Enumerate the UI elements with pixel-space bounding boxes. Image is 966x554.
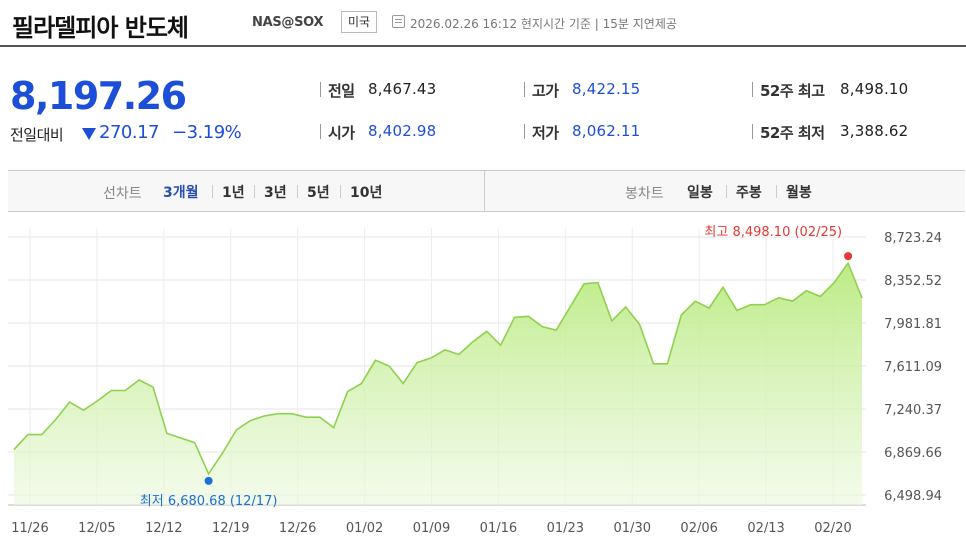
stat-label: 시가 xyxy=(328,124,355,142)
price-chart: 8,723.24 8,352.52 7,981.81 7,611.09 7,240.37… xyxy=(8,225,942,536)
tab-separator xyxy=(212,185,213,198)
x-tick-label: 02/06 xyxy=(680,521,717,536)
high-label: 최고 8,498.10 (02/25) xyxy=(704,225,842,240)
stat-separator xyxy=(752,124,753,139)
stat-separator xyxy=(524,124,525,139)
stat-value: 8,422.15 xyxy=(572,80,641,98)
x-tick-label: 02/20 xyxy=(814,521,851,536)
page-title: 필라델피아 반도체 xyxy=(12,14,189,42)
line-chart-label: 선차트 xyxy=(103,186,142,202)
current-price: 8,197.26 xyxy=(10,74,187,118)
high-point-marker xyxy=(844,252,853,261)
tab-separator xyxy=(726,185,727,198)
index-code: NAS@SOX xyxy=(252,15,324,30)
change-rate: −3.19% xyxy=(172,122,242,143)
low-point-marker xyxy=(204,476,213,485)
x-tick-label: 01/16 xyxy=(480,521,517,536)
x-tick-label: 12/05 xyxy=(78,521,115,536)
stat-value: 3,388.62 xyxy=(840,122,909,140)
stat-value: 8,062.11 xyxy=(572,122,641,140)
candle-chart-label: 봉차트 xyxy=(625,186,664,202)
y-tick-label: 7,240.37 xyxy=(884,403,942,418)
x-tick-label: 01/23 xyxy=(547,521,584,536)
x-tick-label: 01/02 xyxy=(346,521,383,536)
tab-separator xyxy=(297,185,298,198)
market-badge: 미국 xyxy=(341,11,378,33)
x-tick-label: 11/26 xyxy=(11,521,48,536)
stat-label: 고가 xyxy=(532,82,559,100)
stat-value: 8,498.10 xyxy=(840,80,909,98)
y-tick-label: 7,611.09 xyxy=(884,360,942,375)
stat-label: 전일 xyxy=(328,82,355,100)
y-tick-label: 8,352.52 xyxy=(884,274,942,289)
tab-monthly-candle[interactable]: 월봉 xyxy=(786,182,812,202)
tab-daily-candle[interactable]: 일봉 xyxy=(687,182,713,202)
tab-5-years[interactable]: 5년 xyxy=(307,182,330,202)
x-tick-label: 12/19 xyxy=(212,521,249,536)
down-arrow-icon xyxy=(82,128,96,140)
stat-value: 8,402.98 xyxy=(368,122,437,140)
stat-separator xyxy=(752,82,753,97)
tab-3-months[interactable]: 3개월 xyxy=(163,182,199,202)
x-tick-label: 01/30 xyxy=(614,521,651,536)
x-tick-label: 12/12 xyxy=(145,521,182,536)
stat-separator xyxy=(320,124,321,139)
stat-label: 52주 최고 xyxy=(760,82,825,100)
calendar-icon xyxy=(392,15,405,28)
change-value: 270.17 xyxy=(99,122,159,143)
tab-1-year[interactable]: 1년 xyxy=(222,182,245,202)
x-tick-label: 12/26 xyxy=(279,521,316,536)
price-area xyxy=(14,263,862,505)
tab-3-years[interactable]: 3년 xyxy=(264,182,287,202)
change-label: 전일대비 xyxy=(10,126,64,144)
y-tick-label: 8,723.24 xyxy=(884,231,942,246)
tab-10-years[interactable]: 10년 xyxy=(350,182,382,202)
tab-separator xyxy=(776,185,777,198)
title-bar: 필라델피아 반도체 NAS@SOX 미국 2026.02.26 16:12 현지… xyxy=(0,0,966,46)
x-tick-label: 01/09 xyxy=(413,521,450,536)
tab-separator xyxy=(340,185,341,198)
tab-separator xyxy=(254,185,255,198)
title-divider xyxy=(0,45,966,47)
low-label: 최저 6,680.68 (12/17) xyxy=(140,494,278,509)
y-tick-label: 7,981.81 xyxy=(884,317,942,332)
x-tick-label: 02/13 xyxy=(747,521,784,536)
y-tick-label: 6,869.66 xyxy=(884,446,942,461)
timestamp: 2026.02.26 16:12 현지시간 기준 | 15분 지연제공 xyxy=(410,17,677,31)
tab-group-divider xyxy=(484,171,485,211)
stat-separator xyxy=(524,82,525,97)
stat-value: 8,467.43 xyxy=(368,80,437,98)
stat-label: 저가 xyxy=(532,124,559,142)
stat-label: 52주 최저 xyxy=(760,124,825,142)
chart-tab-bar: 선차트 3개월 1년 3년 5년 10년 봉차트 일봉 주봉 월봉 xyxy=(8,170,965,212)
tab-weekly-candle[interactable]: 주봉 xyxy=(736,182,762,202)
y-tick-label: 6,498.94 xyxy=(884,489,942,504)
stat-separator xyxy=(320,82,321,97)
